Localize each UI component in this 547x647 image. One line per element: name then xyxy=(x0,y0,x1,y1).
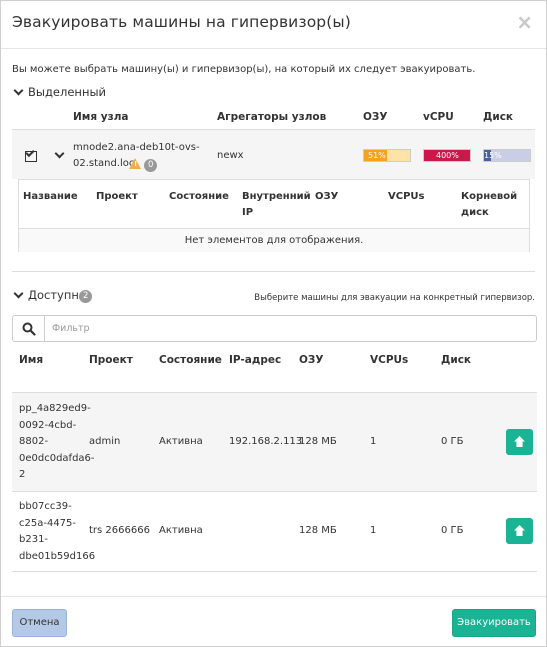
instance-name-line: 8802- xyxy=(19,436,49,447)
search-icon xyxy=(22,322,36,336)
instance-name-line: dbe01b59d166 xyxy=(19,550,96,562)
expand-chevron-icon[interactable] xyxy=(54,148,65,159)
filter-field xyxy=(12,315,537,342)
filter-input[interactable] xyxy=(49,319,519,338)
intro-text: Вы можете выбрать машину(ы) и гипервизор… xyxy=(12,64,476,75)
disk-usage-label: 15% xyxy=(484,151,502,160)
detail-header-internal-ip-2: IP xyxy=(242,207,254,218)
section-divider xyxy=(12,271,535,272)
instance-name: bb07cc39- c25a-4475- b231- dbe01b59d166 xyxy=(19,499,95,565)
disk-usage-bar: 15% xyxy=(483,149,531,162)
detail-header-project: Проект xyxy=(96,191,138,202)
instance-name-line: c25a-4475- xyxy=(19,517,77,529)
selected-section-toggle[interactable]: Выделенный xyxy=(12,85,106,99)
instance-project: trs 2666666 xyxy=(89,525,150,536)
ram-usage-bar: 51% xyxy=(363,149,411,162)
avail-header-name: Имя xyxy=(19,354,44,366)
avail-header-vcpus: VCPUs xyxy=(370,354,409,366)
col-header-disk: Диск xyxy=(483,111,514,123)
available-hint: Выберите машины для эвакуации на конкрет… xyxy=(254,293,535,303)
detail-header-name: Название xyxy=(23,191,78,202)
vcpu-usage-bar: 400% xyxy=(423,149,471,162)
dialog-title: Эвакуировать машины на гипервизор(ы) xyxy=(12,13,351,31)
instance-status: Активна xyxy=(159,525,203,536)
ram-usage-label: 51% xyxy=(368,151,386,160)
arrow-up-icon xyxy=(514,525,525,536)
instance-vcpus: 1 xyxy=(370,436,377,447)
evacuate-button[interactable]: Эвакуировать xyxy=(452,609,536,637)
warning-icon: ! xyxy=(129,158,141,169)
col-header-aggregates: Агрегаторы узлов xyxy=(217,111,327,123)
instance-ram: 128 МБ xyxy=(299,525,337,536)
table-row: pp_4a829ed9- 0092-4cbd- 8802- 0e0dc0dafd… xyxy=(12,392,537,491)
table-row: bb07cc39- c25a-4475- b231- dbe01b59d166 … xyxy=(12,491,537,572)
instance-name: pp_4a829ed9- 0092-4cbd- 8802- 0e0dc0dafd… xyxy=(19,401,95,484)
col-header-node: Имя узла xyxy=(73,111,129,123)
selected-hypervisor-row: mnode2.ana-deb10t-ovs- 02.stand.loc ! 0 … xyxy=(12,129,535,179)
avail-header-ram: ОЗУ xyxy=(299,354,324,366)
node-name-line2: 02.stand.loc xyxy=(73,158,135,169)
col-header-ram: ОЗУ xyxy=(363,111,388,123)
select-instance-button[interactable] xyxy=(506,518,533,544)
detail-header-ram: ОЗУ xyxy=(315,191,339,202)
empty-table-message: Нет элементов для отображения. xyxy=(19,228,529,252)
selected-section-label: Выделенный xyxy=(28,85,107,99)
select-instance-button[interactable] xyxy=(506,429,533,455)
available-count-badge: 2 xyxy=(79,290,93,303)
instance-project: admin xyxy=(89,436,121,447)
search-button[interactable] xyxy=(13,316,45,341)
instance-disk: 0 ГБ xyxy=(441,436,464,447)
cancel-button[interactable]: Отмена xyxy=(12,609,67,637)
detail-header-vcpus: VCPUs xyxy=(388,191,425,202)
detail-header-internal-ip-1: Внутренний xyxy=(242,191,311,202)
instance-status: Активна xyxy=(159,436,203,447)
dialog-header: Эвакуировать машины на гипервизор(ы) × xyxy=(1,1,546,49)
instance-name-line: 2 xyxy=(19,469,26,480)
avail-header-project: Проект xyxy=(89,354,133,366)
evacuate-dialog: Эвакуировать машины на гипервизор(ы) × В… xyxy=(0,0,547,647)
arrow-up-icon xyxy=(514,436,525,447)
instance-name-line: 0092-4cbd- xyxy=(19,419,77,431)
col-header-vcpu: vCPU xyxy=(423,111,454,123)
node-badge: 0 xyxy=(144,159,158,172)
instances-detail-table: Название Проект Состояние Внутренний IP … xyxy=(18,179,530,252)
instance-name-line: b231- xyxy=(19,534,49,545)
dialog-footer: Отмена Эвакуировать xyxy=(1,596,546,647)
aggregate-value: newx xyxy=(217,150,244,161)
vcpu-usage-label: 400% xyxy=(436,151,459,160)
instance-disk: 0 ГБ xyxy=(441,525,464,536)
available-section-label: Доступно xyxy=(28,288,86,302)
detail-header-root-disk-1: Корневой xyxy=(461,191,518,202)
chevron-down-icon xyxy=(13,288,24,298)
avail-header-status: Состояние xyxy=(159,354,222,366)
close-icon[interactable]: × xyxy=(516,10,533,34)
instance-ram: 128 МБ xyxy=(299,436,337,447)
node-name-line1: mnode2.ana-deb10t-ovs- xyxy=(73,142,200,153)
chevron-down-icon xyxy=(13,85,24,95)
instance-name-line: 0e0dc0dafda6- xyxy=(19,452,95,464)
available-section-toggle[interactable]: Доступно xyxy=(12,288,86,302)
avail-header-disk: Диск xyxy=(441,354,472,366)
instance-name-line: pp_4a829ed9- xyxy=(19,403,91,414)
detail-header-root-disk-2: диск xyxy=(461,207,489,218)
instance-ip: 192.168.2.113 xyxy=(229,436,303,447)
detail-header-status: Состояние xyxy=(169,191,229,202)
instance-name-line: bb07cc39- xyxy=(19,501,72,512)
avail-header-ip: IP-адрес xyxy=(229,354,282,366)
select-checkbox[interactable] xyxy=(25,151,37,162)
instance-vcpus: 1 xyxy=(370,525,377,536)
